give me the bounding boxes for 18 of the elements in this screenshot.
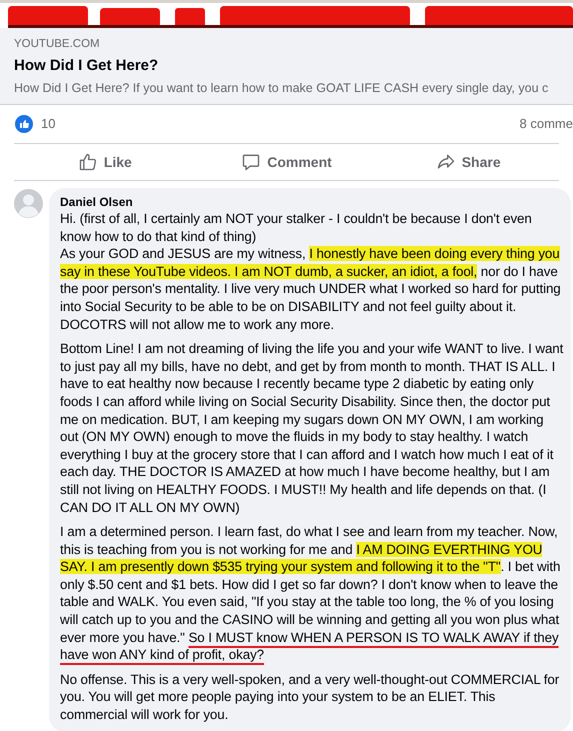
link-preview-card[interactable]: YOUTUBE.COM How Did I Get Here? How Did I Get Here? If you want to learn how to make GOAT LIFE CASH every single day, you c	[0, 28, 573, 105]
comment-paragraph: No offense. This is a very well-spoken, and a very well-thought-out COMMERCIAL for you. You will get more people paying into your system to be an ELIET. This commercial will work for you.	[60, 670, 560, 724]
comment-paragraph: Hi. (first of all, I certainly am NOT your stalker - I couldn't be because I don't even know how to do that kind of thing)	[60, 210, 533, 246]
post-action-button[interactable]: Share	[377, 144, 560, 180]
post-action-button[interactable]: Comment	[196, 144, 378, 180]
like-reaction-icon[interactable]	[15, 115, 33, 133]
thumbs-up-icon	[78, 152, 98, 172]
comment-count[interactable]: 8 comme	[520, 114, 573, 134]
comment-paragraph: Bottom Line! I am not dreaming of living the life you and your wife WANT to live. I want to just pay all my bills, have no debt, and get by from month to month. THAT IS ALL. I have to eat healthy now because I recently became type 2 diabetic by eating only foods I can afford while living on Social Security Disability. Since then, the doctor put me on medication. BUT, I am keeping my sugars down ON MY OWN, I am working out (ON MY OWN) enough to move the fluids in my body to stay healthy. I watch everything I buy at the grocery store that I can afford and I watch how much I eat of it each day. THE DOCTOR IS AMAZED at how much I have become healthy, but I am still not living on HEALTHY FOODS. I MUST!! My health and life depends on that. (I CAN DO IT ALL ON MY OWN)	[60, 340, 564, 516]
comment-paragraph: I am a determined person. I learn fast, do what I see and learn from my teacher. Now, this is teaching from you is not working for me and I AM DOING EVERTHING YOU SAY. I am presently down $535 trying your system and following it to the "T". I bet with only $.50 cent and $1 bets. How did I get so far down? I don't know when to leave the table and WALK. You even said, "If you stay at the table too long, the % of you losing will catch up to you and the CASINO will be winning and getting all you won plus what ever more you have." So I MUST know WHEN A PERSON IS TO WALK AWAY if they have won ANY kind of profit, okay?	[60, 523, 562, 664]
comment-paragraph: As your GOD and JESUS are my witness, I honestly have been doing every thing you say in these YouTube videos. I am NOT dumb, a sucker, an idiot, a fool, nor do I have the poor person's mentality. I live very much UNDER what I worked so hard for putting into Social Security to be able to be on DISABILITY and not feel guilty about it. DOCOTRS will not allow me to work any more.	[60, 245, 562, 334]
speech-bubble-icon	[241, 152, 262, 172]
comment-author[interactable]: Daniel Olsen	[60, 194, 565, 210]
link-title: How Did I Get Here?	[14, 56, 160, 76]
link-domain: YOUTUBE.COM	[14, 37, 101, 52]
reaction-count[interactable]: 10	[41, 114, 56, 134]
link-description: How Did I Get Here? If you want to learn how to make GOAT LIFE CASH every single day, you c	[14, 80, 550, 97]
post-action-button[interactable]: Like	[14, 144, 196, 180]
